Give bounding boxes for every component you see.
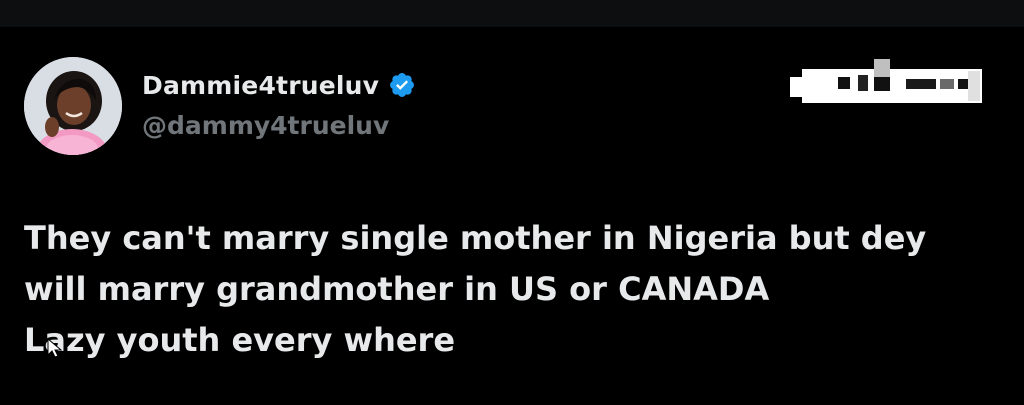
verified-badge-icon xyxy=(388,71,416,99)
tweet-text: They can't marry single mother in Nigeri… xyxy=(24,213,1004,366)
avatar[interactable] xyxy=(24,57,122,155)
author-row: Dammie4trueluv xyxy=(142,67,416,103)
display-name[interactable]: Dammie4trueluv xyxy=(142,71,379,100)
more-options-icon[interactable] xyxy=(790,49,985,109)
cursor-icon xyxy=(44,337,64,359)
tweet-line-2: will marry grandmother in US or CANADA xyxy=(24,270,770,308)
tweet-line-3: Lazy youth every where xyxy=(24,321,456,359)
author-handle[interactable]: @dammy4trueluv xyxy=(142,111,389,140)
tweet-card[interactable]: Dammie4trueluv @dammy4trueluv They can't… xyxy=(0,27,1024,405)
top-bar xyxy=(0,0,1024,27)
tweet-line-1: They can't marry single mother in Nigeri… xyxy=(24,219,927,257)
